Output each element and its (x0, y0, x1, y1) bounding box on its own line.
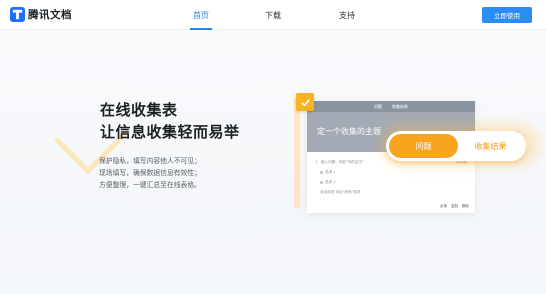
hero-desc-3: 方便整理，一键汇总至在线表格。 (99, 181, 201, 189)
mockup-add-option: 添加选项 添加"其他"选项 (320, 190, 467, 195)
radio-icon (320, 171, 323, 174)
mockup-footer-delete: 删除 (462, 204, 469, 208)
mockup-add-option-label: 添加选项 添加"其他"选项 (320, 190, 361, 194)
checkmark-badge-icon (296, 93, 314, 111)
logo[interactable]: 腾讯文档 (10, 7, 72, 22)
tencent-docs-logo-icon (10, 7, 25, 22)
nav-download[interactable]: 下载 (265, 0, 281, 30)
mockup-tab-results: 收集结果 (392, 103, 408, 109)
hero-desc-2: 现场填写，确保数据信息有效性； (99, 169, 201, 177)
mockup-footer-required: 必填 (440, 204, 447, 208)
mockup-option-label: 选项 1 (325, 170, 336, 174)
mockup-banner-title: 定一个收集的主题 (317, 127, 381, 136)
nav-download-label: 下载 (265, 10, 281, 20)
nav-home[interactable]: 首页 (190, 0, 212, 30)
mockup-question-text: 1、输入问题，例如"你的名字" (315, 160, 364, 164)
toggle-results[interactable]: 收集结果 (458, 134, 523, 158)
hero-headline-1: 在线收集表 (100, 101, 178, 119)
orange-accent-strip (294, 98, 300, 208)
mockup-option: 选项 2 (320, 180, 467, 185)
mockup-tab-questions: 问题 (374, 103, 382, 109)
toggle-questions[interactable]: 问题 (389, 134, 458, 158)
hero-desc-1: 保护隐私，填写内容他人不可见； (99, 157, 201, 165)
nav-support[interactable]: 支持 (339, 0, 355, 30)
nav-support-label: 支持 (339, 10, 355, 20)
mockup-option-label: 选项 2 (325, 180, 336, 184)
radio-icon (320, 181, 323, 184)
mockup-footer-copy: 复制 (451, 204, 458, 208)
top-nav-bar: 腾讯文档 首页 下载 支持 立即使用 (0, 0, 546, 30)
checkmark-icon (300, 98, 310, 106)
mockup-option: 选项 1 (320, 170, 467, 175)
use-now-button[interactable]: 立即使用 (482, 7, 532, 23)
logo-text: 腾讯文档 (28, 9, 72, 21)
mockup-tabbar: 问题 收集结果 (307, 101, 475, 112)
nav-home-label: 首页 (193, 10, 209, 20)
questions-results-toggle: 问题 收集结果 (386, 131, 526, 161)
mockup-footer: 必填 复制 删除 (440, 204, 469, 209)
hero-headline-2: 让信息收集轻而易举 (100, 123, 240, 141)
